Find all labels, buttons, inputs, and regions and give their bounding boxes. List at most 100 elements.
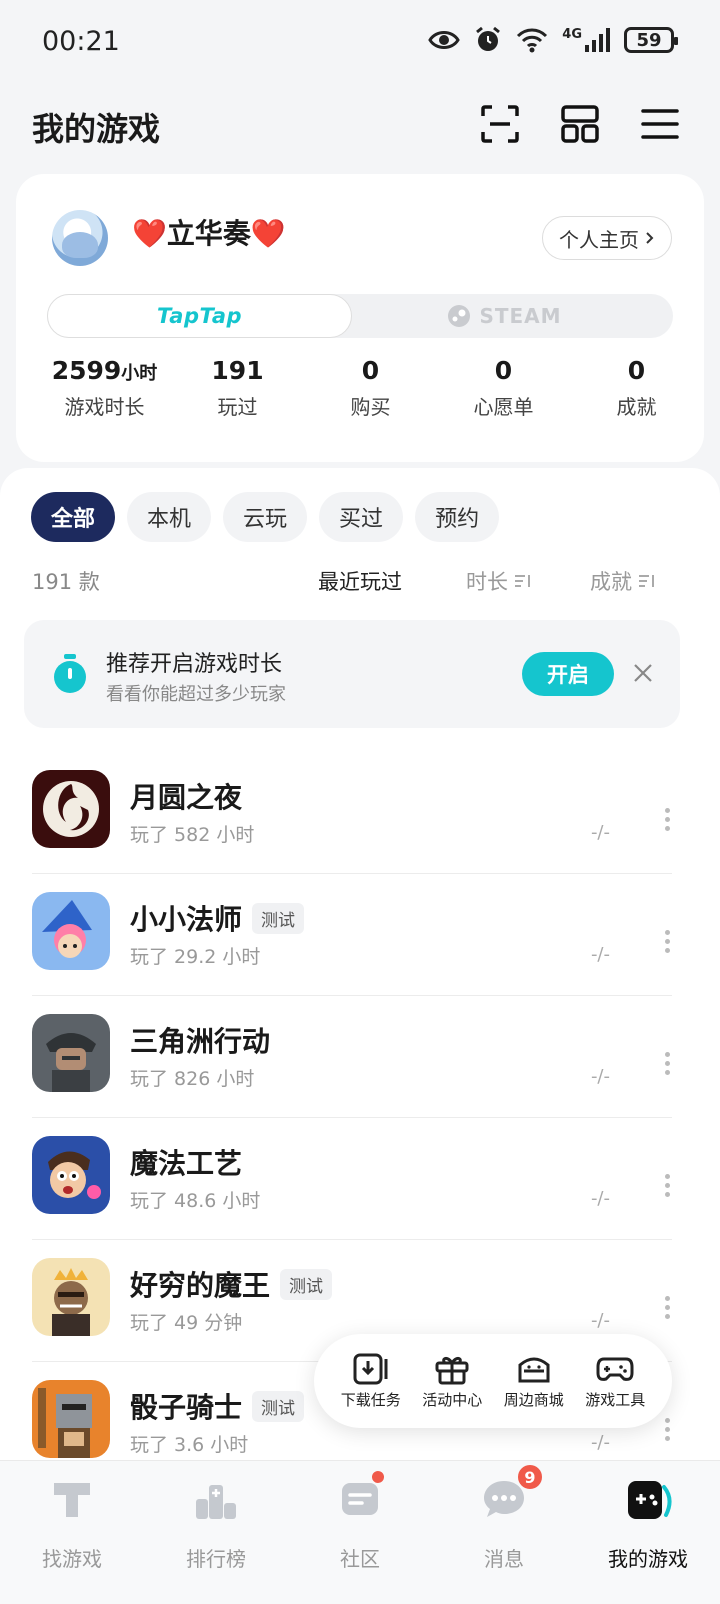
download-icon [353,1353,388,1384]
game-playtime: 玩了 48.6 小时 [130,1190,261,1212]
filter-chip-all[interactable]: 全部 [31,492,116,542]
activity-center-button[interactable]: 活动中心 [422,1353,482,1410]
stat-label: 玩过 [217,395,258,419]
close-icon[interactable] [630,660,656,686]
game-title: 月圆之夜 [130,781,243,814]
username-text: 立华奏 [166,217,251,250]
steam-label: STEAM [479,304,562,328]
merch-store-label: 周边商城 [503,1390,564,1409]
stat-purchased[interactable]: 0 购买 [304,356,437,420]
game-achievement: -/- [590,1432,610,1453]
game-count: 191 款 [32,570,100,594]
game-row[interactable]: 三角洲行动 玩了 826 小时 -/- [0,996,720,1118]
heart-left: ❤️ [132,217,167,250]
game-row[interactable]: 小小法师 测试 玩了 29.2 小时 -/- [0,874,720,996]
my-games-controller-icon [628,1481,672,1519]
username: ❤️立华奏❤️ [132,212,286,252]
eye-icon [428,31,461,49]
nav-label: 找游戏 [42,1547,102,1571]
nav-label: 排行榜 [186,1547,246,1571]
banner-title: 推荐开启游戏时长 [106,652,283,677]
game-name: 月圆之夜 [130,776,242,816]
test-badge: 测试 [252,1390,305,1422]
nav-rankings[interactable]: 排行榜 [144,1461,288,1604]
more-options-icon[interactable] [662,1296,672,1322]
hamburger-menu-icon [641,109,679,139]
game-row[interactable]: 月圆之夜 玩了 582 小时 -/- [0,752,720,874]
game-library-panel: 全部 本机 云玩 买过 预约 191 款 最近玩过 时长 成就 推荐开启游戏时长… [0,468,720,1468]
stat-value: 0 [361,356,380,385]
filter-chip-reserved[interactable]: 预约 [415,492,500,542]
sort-duration[interactable]: 时长 [466,566,532,596]
enable-playtime-button[interactable]: 开启 [522,652,614,696]
stat-label: 购买 [350,395,391,419]
alarm-icon [476,26,501,51]
floating-quick-menu: 下载任务 活动中心 周边商城 游戏工具 [314,1334,672,1428]
more-options-icon[interactable] [662,1418,672,1444]
platform-switch: TapTap STEAM [47,294,673,338]
nav-label: 我的游戏 [608,1547,688,1571]
battery-icon: 59 [624,27,678,53]
game-icon-magic-craft [32,1136,110,1214]
header-actions [478,102,682,146]
more-options-icon[interactable] [662,1052,672,1078]
game-name: 好穷的魔王 测试 [130,1264,333,1304]
stat-label: 游戏时长 [64,395,145,419]
more-options-icon[interactable] [662,808,672,834]
wifi-icon [517,28,548,53]
nav-community[interactable]: 社区 [288,1461,432,1604]
nav-find-games[interactable]: 找游戏 [0,1461,144,1604]
status-time: 00:21 [42,26,120,57]
activity-center-label: 活动中心 [422,1390,483,1409]
taptap-t-icon [54,1483,90,1517]
notification-dot [370,1469,386,1485]
stat-value: 191 [211,356,264,385]
game-playtime: 玩了 826 小时 [130,1068,255,1090]
sort-recent[interactable]: 最近玩过 [318,566,402,596]
game-row[interactable]: 魔法工艺 玩了 48.6 小时 -/- [0,1118,720,1240]
avatar[interactable] [52,210,108,266]
podium-icon [196,1485,236,1519]
download-tasks-label: 下载任务 [340,1390,401,1409]
stat-label: 成就 [616,395,657,419]
game-title: 好穷的魔王 [130,1269,271,1302]
filter-chips: 全部 本机 云玩 买过 预约 [31,492,500,542]
heart-right: ❤️ [250,217,286,250]
bottom-nav: 找游戏 排行榜 社区 9 消息 我的游戏 [0,1460,720,1604]
page-title: 我的游戏 [32,110,161,148]
nav-messages[interactable]: 9 消息 [432,1461,576,1604]
sort-achievement[interactable]: 成就 [590,566,656,596]
game-tools-button[interactable]: 游戏工具 [585,1353,645,1410]
profile-page-button[interactable]: 个人主页 [542,216,672,260]
platform-tab-taptap[interactable]: TapTap [47,294,352,338]
stat-wishlist[interactable]: 0 心愿单 [437,356,570,420]
gamepad-icon [596,1357,634,1381]
sort-label: 时长 [466,570,508,594]
sort-label: 成就 [590,570,632,594]
game-achievement: -/- [590,1310,610,1331]
chevron-right-icon [646,232,654,244]
stat-achievements[interactable]: 0 成就 [570,356,703,420]
nav-my-games[interactable]: 我的游戏 [576,1461,720,1604]
stat-play-time[interactable]: 2599小时 游戏时长 [16,356,171,420]
stat-played[interactable]: 191 玩过 [171,356,304,420]
filter-chip-purchased[interactable]: 买过 [319,492,404,542]
more-options-icon[interactable] [662,930,672,956]
download-tasks-button[interactable]: 下载任务 [341,1353,401,1410]
profile-card: ❤️立华奏❤️ 个人主页 TapTap STEAM 2599小时 游戏时长 19… [16,174,704,462]
game-achievement: -/- [590,1188,610,1209]
game-name: 骰子骑士 测试 [130,1386,305,1426]
stopwatch-icon [54,654,86,693]
menu-button[interactable] [638,102,682,146]
game-achievement: -/- [590,1066,610,1087]
layout-button[interactable] [558,102,602,146]
filter-chip-local[interactable]: 本机 [127,492,212,542]
game-title: 魔法工艺 [130,1147,243,1180]
game-title: 小小法师 [130,903,243,936]
platform-tab-steam[interactable]: STEAM [352,294,657,338]
merch-store-button[interactable]: 周边商城 [504,1353,564,1410]
game-title: 骰子骑士 [130,1391,243,1424]
filter-chip-cloud[interactable]: 云玩 [223,492,308,542]
scan-button[interactable] [478,102,522,146]
more-options-icon[interactable] [662,1174,672,1200]
